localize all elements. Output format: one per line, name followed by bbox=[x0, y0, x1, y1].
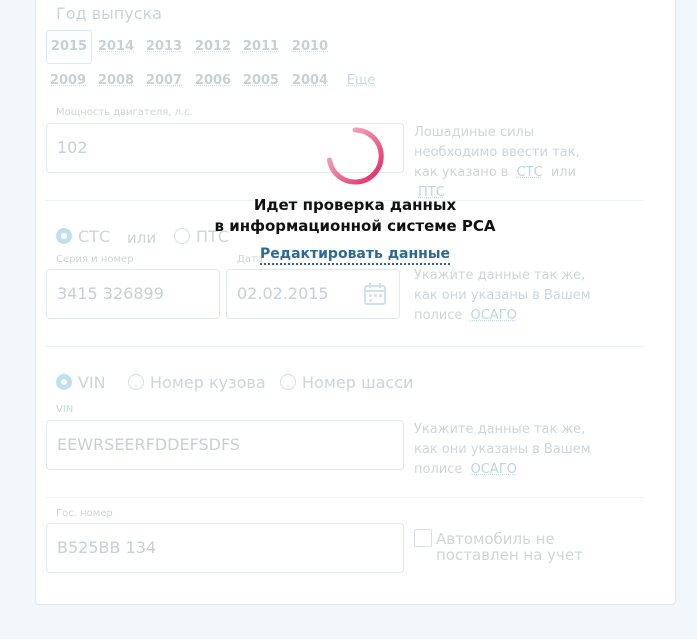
year-option-2010[interactable]: 2010 bbox=[288, 31, 332, 63]
unregistered-label: Автомобиль не поставлен на учет bbox=[436, 530, 583, 564]
year-option-2006[interactable]: 2006 bbox=[191, 65, 235, 97]
year-option-2013[interactable]: 2013 bbox=[142, 31, 186, 63]
plate-label: Гос. номер bbox=[56, 508, 113, 519]
loading-message-line2: в информационной системе РСА bbox=[214, 217, 496, 235]
loading-message-line1: Идет проверка данных bbox=[253, 196, 457, 214]
vin-hint: Укажите данные так же, как они указаны в… bbox=[414, 420, 604, 480]
section-divider bbox=[46, 497, 644, 498]
power-hint: Лошадиные силы необходимо ввести так, ка… bbox=[414, 123, 604, 203]
year-option-2011[interactable]: 2011 bbox=[239, 31, 283, 63]
plate-input[interactable]: В525ВВ 134 bbox=[46, 523, 404, 573]
unregistered-checkbox[interactable] bbox=[414, 529, 432, 547]
id-radio-body[interactable] bbox=[128, 374, 144, 390]
loading-spinner-icon bbox=[327, 127, 384, 185]
year-title: Год выпуска bbox=[56, 4, 162, 23]
year-option-2014[interactable]: 2014 bbox=[94, 31, 138, 63]
section-divider bbox=[46, 346, 644, 347]
year-option-2009[interactable]: 2009 bbox=[46, 65, 90, 97]
vin-label: VIN bbox=[56, 404, 74, 415]
power-hint-or: или bbox=[550, 165, 577, 180]
year-more-link[interactable]: Еще bbox=[339, 65, 383, 97]
year-option-2012[interactable]: 2012 bbox=[191, 31, 235, 63]
power-hint-link-sts[interactable]: СТС bbox=[513, 165, 547, 180]
year-option-2007[interactable]: 2007 bbox=[142, 65, 186, 97]
calendar-icon[interactable] bbox=[363, 282, 387, 306]
vin-hint-link-osago[interactable]: ОСАГО bbox=[467, 462, 521, 477]
year-option-2005[interactable]: 2005 bbox=[239, 65, 283, 97]
year-option-2004[interactable]: 2004 bbox=[288, 65, 332, 97]
doc-radio-sts-label: СТС bbox=[78, 227, 111, 246]
year-option-2015[interactable]: 2015 bbox=[46, 30, 92, 64]
doc-or-label: или bbox=[127, 229, 157, 247]
series-label: Серия и номер bbox=[56, 254, 134, 265]
id-radio-vin-label: VIN bbox=[78, 373, 106, 392]
id-radio-chassis-label: Номер шасси bbox=[302, 373, 414, 392]
vin-input[interactable]: EEWRSEERFDDEFSDFS bbox=[46, 420, 404, 470]
edit-data-link-wrap: Редактировать данные bbox=[200, 246, 510, 265]
series-number-input[interactable]: 3415 326899 bbox=[46, 269, 220, 319]
id-radio-body-label: Номер кузова bbox=[150, 373, 266, 392]
doc-hint: Укажите данные так же, как они указаны в… bbox=[414, 266, 604, 326]
loading-message: Идет проверка данных в информационной си… bbox=[200, 195, 510, 237]
power-label: Мощность двигателя, л.с. bbox=[56, 107, 193, 118]
doc-radio-sts[interactable] bbox=[56, 228, 72, 244]
id-radio-vin[interactable] bbox=[56, 374, 72, 390]
id-radio-chassis[interactable] bbox=[280, 374, 296, 390]
year-option-2008[interactable]: 2008 bbox=[94, 65, 138, 97]
edit-data-link[interactable]: Редактировать данные bbox=[260, 246, 450, 265]
doc-radio-pts[interactable] bbox=[174, 228, 190, 244]
doc-hint-link-osago[interactable]: ОСАГО bbox=[467, 308, 521, 323]
